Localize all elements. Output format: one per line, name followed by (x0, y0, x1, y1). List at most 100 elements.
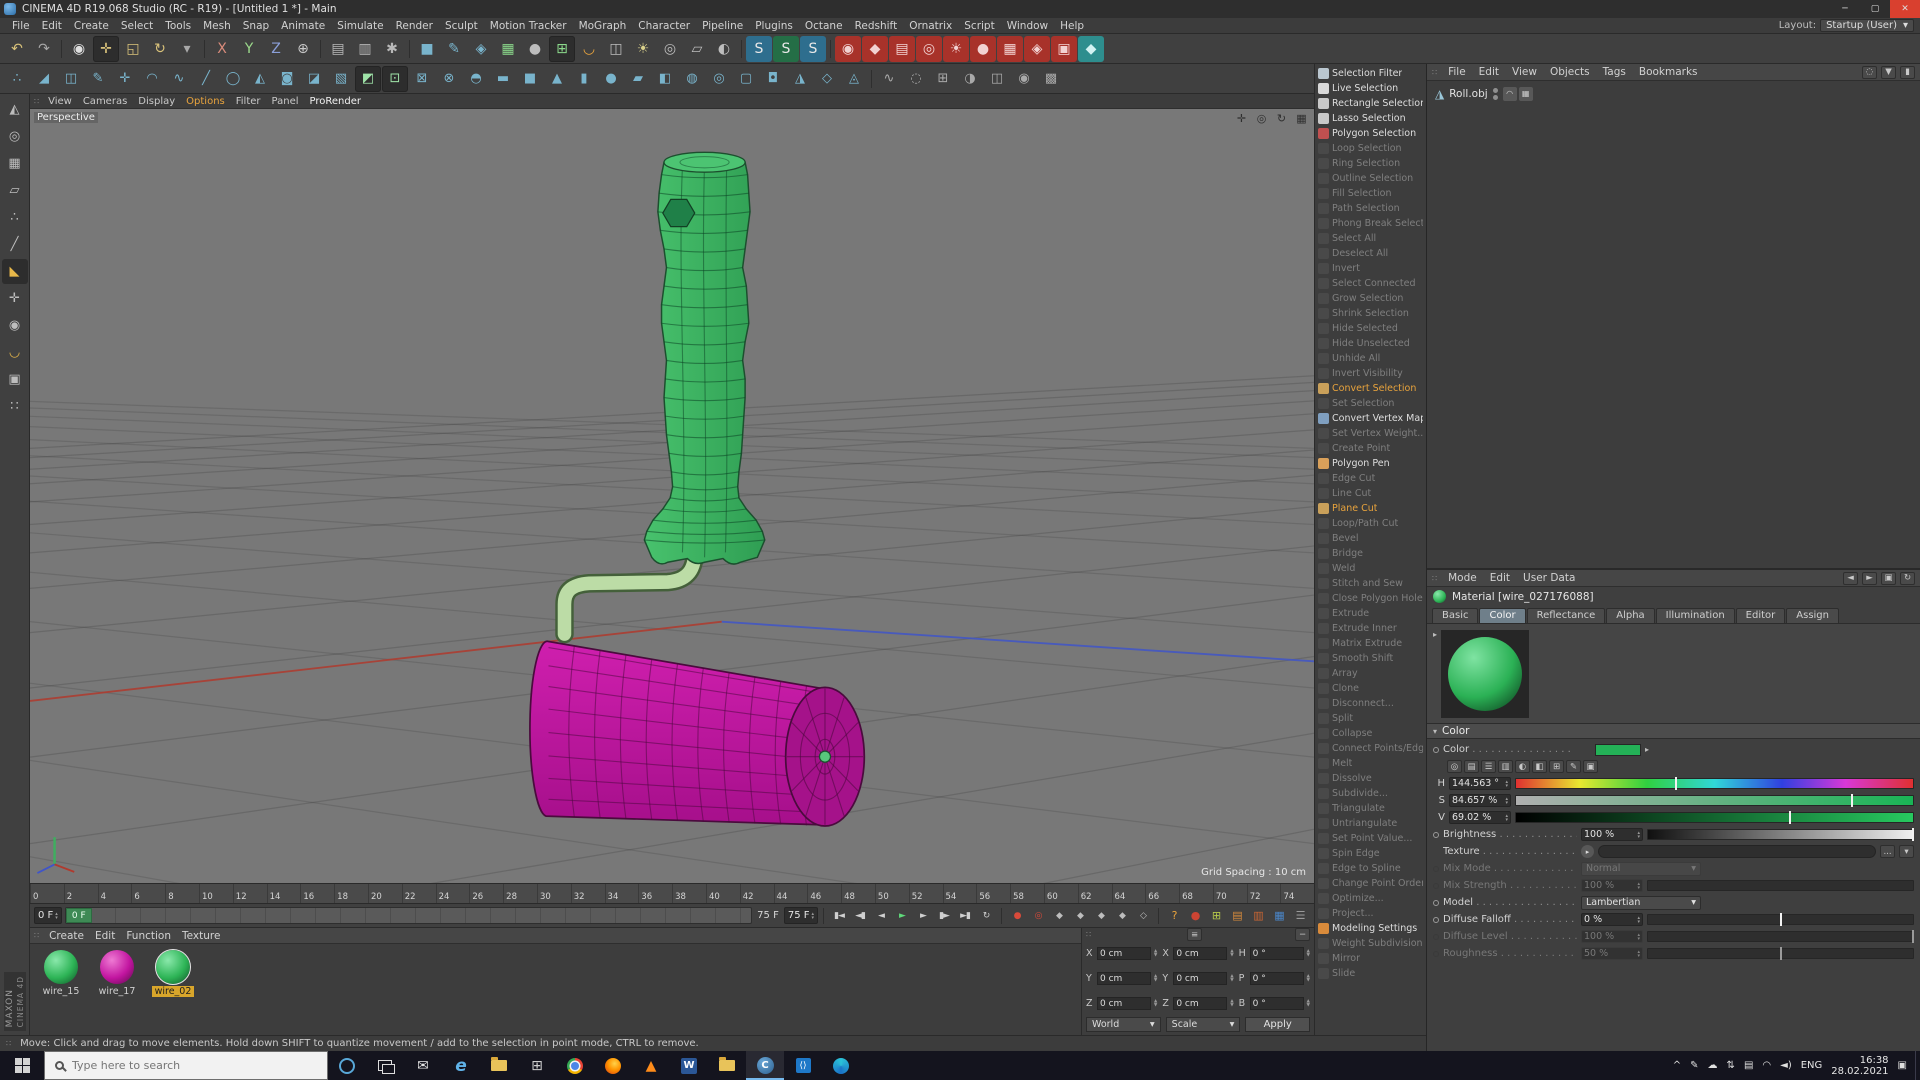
modeling-toolbar-icon[interactable]: ∿ (166, 66, 192, 92)
command-item[interactable]: Collapse (1315, 726, 1426, 741)
command-item[interactable]: Weight Subdivision Surface (1315, 936, 1426, 951)
toolbar-icon[interactable] (317, 36, 324, 62)
taskbar-app-icon[interactable] (822, 1051, 860, 1080)
modeling-toolbar-icon[interactable]: ✎ (85, 66, 111, 92)
close-button[interactable]: ✕ (1890, 0, 1920, 18)
command-item[interactable]: Weld (1315, 561, 1426, 576)
modeling-toolbar-icon[interactable]: ⊞ (930, 66, 956, 92)
command-item[interactable]: Hide Selected (1315, 321, 1426, 336)
command-item[interactable]: Set Point Value... (1315, 831, 1426, 846)
modeling-toolbar-icon[interactable]: ◭ (247, 66, 273, 92)
drag-handle-icon[interactable]: ∷ (1086, 930, 1091, 939)
coordinate-value[interactable]: 0 ° (1250, 972, 1304, 985)
menu-item[interactable]: Create (44, 930, 89, 942)
value-slider[interactable] (1515, 812, 1914, 823)
toolbar-icon[interactable] (201, 36, 208, 62)
viewport-menu-item[interactable]: ProRender (305, 96, 366, 107)
color-tool-icon[interactable]: ◧ (1532, 760, 1547, 773)
animate-dot-icon[interactable] (1433, 747, 1439, 753)
toolbar-icon[interactable]: ✎ (441, 36, 467, 62)
color-tool-icon[interactable]: ▥ (1498, 760, 1513, 773)
coordinate-value[interactable]: 0 ° (1250, 947, 1304, 960)
command-item[interactable]: Mirror (1315, 951, 1426, 966)
command-item[interactable]: Bevel (1315, 531, 1426, 546)
expander-icon[interactable]: ▸ (1645, 745, 1649, 754)
panel-tool-icon[interactable]: ↻ (1900, 572, 1915, 585)
menu-item[interactable]: Tools (159, 20, 197, 32)
transport-icon[interactable]: ▮► (934, 906, 954, 925)
toolbar-icon[interactable]: S (800, 36, 826, 62)
manager-icon[interactable]: ▥ (1248, 906, 1268, 925)
coordinate-value[interactable]: 0 ° (1250, 997, 1304, 1010)
command-item[interactable]: Subdivide... (1315, 786, 1426, 801)
toolbar-icon[interactable]: ◉ (835, 36, 861, 62)
command-item[interactable]: Smooth Shift (1315, 651, 1426, 666)
animate-dot-icon[interactable] (1433, 900, 1439, 906)
menu-item[interactable]: User Data (1517, 572, 1581, 584)
command-item[interactable]: Dissolve (1315, 771, 1426, 786)
viewport-nav-icon[interactable]: ↻ (1273, 111, 1290, 126)
material-tab[interactable]: Editor (1736, 608, 1786, 623)
modeling-toolbar-icon[interactable]: ▰ (625, 66, 651, 92)
manager-icon[interactable]: ● (1185, 906, 1205, 925)
toolbar-icon[interactable]: ✛ (93, 36, 119, 62)
mode-icon[interactable]: ✛ (2, 286, 28, 311)
command-item[interactable]: Loop/Path Cut (1315, 516, 1426, 531)
stepper-icon[interactable]: ▲▼ (1230, 975, 1233, 982)
menu-item[interactable]: View (1506, 66, 1543, 78)
menu-item[interactable]: Help (1054, 20, 1090, 32)
timeline-ruler[interactable]: 0246810121416182022242628303234363840424… (30, 883, 1314, 903)
command-item[interactable]: Lasso Selection (1315, 111, 1426, 126)
value-field[interactable]: 69.02 %▴▾ (1449, 811, 1511, 824)
mode-icon[interactable]: ∷ (2, 394, 28, 419)
texture-expand-icon[interactable]: ▸ (1581, 845, 1594, 858)
toolbar-icon[interactable]: ☀ (943, 36, 969, 62)
saturation-slider[interactable] (1515, 795, 1914, 806)
viewport-nav-icon[interactable]: ▦ (1293, 111, 1310, 126)
texture-menu-icon[interactable]: ▾ (1899, 845, 1914, 858)
modeling-toolbar-icon[interactable]: ◑ (957, 66, 983, 92)
taskbar-app-icon[interactable] (480, 1051, 518, 1080)
color-tool-icon[interactable]: ✎ (1566, 760, 1581, 773)
viewport-menu-item[interactable]: View (43, 96, 77, 107)
viewport-menu-item[interactable]: Panel (267, 96, 304, 107)
record-icon[interactable]: ◇ (1133, 906, 1153, 925)
toolbar-icon[interactable] (827, 36, 834, 62)
viewport-menu-item[interactable]: Display (133, 96, 180, 107)
color-tool-icon[interactable]: ◐ (1515, 760, 1530, 773)
modeling-toolbar-icon[interactable]: ◌ (903, 66, 929, 92)
material-sphere[interactable] (44, 950, 78, 984)
mode-icon[interactable]: ▱ (2, 178, 28, 203)
color-tool-icon[interactable]: ▤ (1464, 760, 1479, 773)
toolbar-icon[interactable]: ◎ (916, 36, 942, 62)
viewport-menu-item[interactable]: Filter (231, 96, 266, 107)
material-swatch[interactable]: wire_17 (94, 950, 140, 997)
current-frame-marker[interactable]: 0 F (66, 908, 92, 923)
toolbar-icon[interactable] (738, 36, 745, 62)
material-tab[interactable]: Basic (1432, 608, 1478, 623)
modeling-toolbar-icon[interactable]: ▧ (328, 66, 354, 92)
material-tab[interactable]: Reflectance (1527, 608, 1606, 623)
command-item[interactable]: Plane Cut (1315, 501, 1426, 516)
material-name[interactable]: wire_15 (40, 986, 83, 997)
command-item[interactable]: Project... (1315, 906, 1426, 921)
taskbar-app-icon[interactable] (328, 1051, 366, 1080)
viewport-canvas[interactable]: Perspective ✛◎↻▦ (30, 109, 1314, 883)
record-icon[interactable]: ◆ (1070, 906, 1090, 925)
animate-dot-icon[interactable] (1433, 832, 1439, 838)
power-slider[interactable]: 0 F (65, 907, 752, 924)
transport-icon[interactable]: ▮◄ (829, 906, 849, 925)
transport-icon[interactable]: ►▮ (955, 906, 975, 925)
menu-item[interactable]: Pipeline (696, 20, 749, 32)
toolbar-icon[interactable]: ▤ (325, 36, 351, 62)
record-icon[interactable]: ◎ (1028, 906, 1048, 925)
command-item[interactable]: Stitch and Sew (1315, 576, 1426, 591)
color-tool-icon[interactable]: ◎ (1447, 760, 1462, 773)
command-item[interactable]: Set Selection (1315, 396, 1426, 411)
menu-item[interactable]: Ornatrix (903, 20, 958, 32)
command-item[interactable]: Split (1315, 711, 1426, 726)
mode-icon[interactable]: ◣ (2, 259, 28, 284)
mode-icon[interactable]: ◎ (2, 124, 28, 149)
menu-item[interactable]: Tags (1597, 66, 1632, 78)
drag-handle-icon[interactable]: ∷ (34, 97, 39, 106)
